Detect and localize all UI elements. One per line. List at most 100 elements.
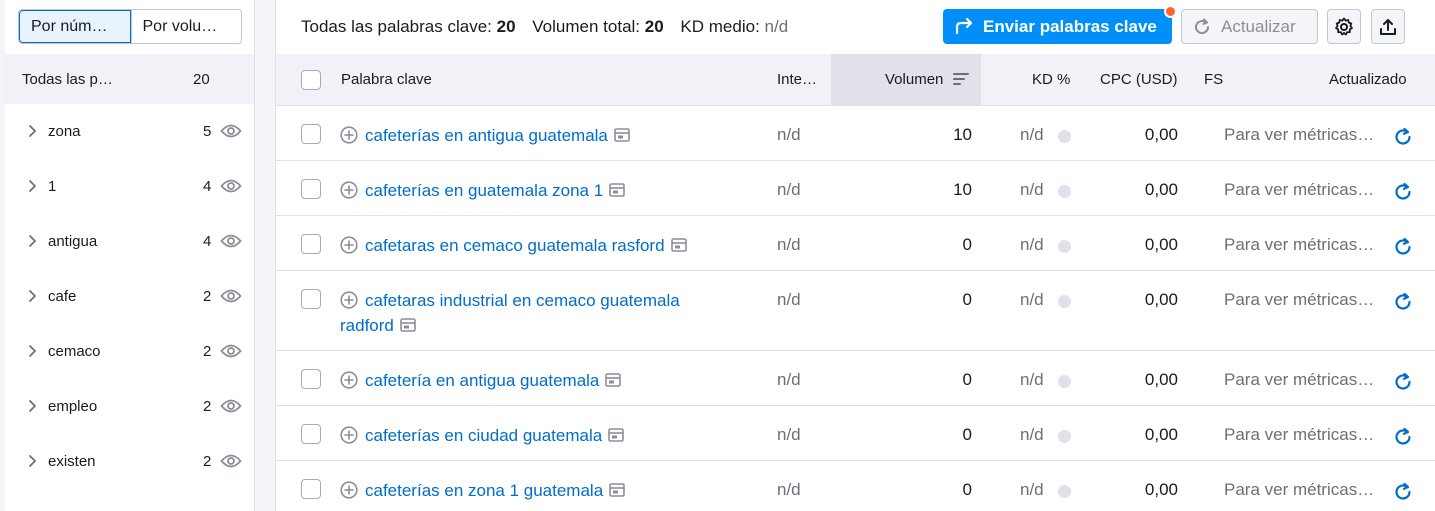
- eye-icon[interactable]: [220, 453, 242, 469]
- add-circle-icon[interactable]: [340, 291, 358, 309]
- sort-by-number-tab[interactable]: Por núm…: [19, 10, 131, 43]
- add-circle-icon[interactable]: [340, 181, 358, 199]
- keyword-link[interactable]: cafeterías en ciudad guatemala: [365, 426, 602, 445]
- eye-icon[interactable]: [220, 398, 242, 414]
- chevron-right-icon[interactable]: [27, 344, 37, 358]
- eye-icon[interactable]: [220, 233, 242, 249]
- refresh-icon[interactable]: [1393, 482, 1413, 502]
- kd-indicator-dot: [1058, 240, 1071, 253]
- serp-icon[interactable]: [608, 428, 625, 442]
- refresh-icon[interactable]: [1393, 127, 1413, 147]
- kd-indicator-dot: [1058, 485, 1071, 498]
- row-checkbox[interactable]: [301, 234, 321, 254]
- col-kd[interactable]: KD %: [1032, 71, 1070, 88]
- col-volume[interactable]: Volumen: [885, 71, 943, 88]
- eye-icon[interactable]: [220, 288, 242, 304]
- col-updated[interactable]: Actualizado: [1329, 71, 1407, 88]
- keyword-link[interactable]: cafetaras industrial en cemaco guatemala…: [340, 291, 680, 335]
- table-row: cafetaras en cemaco guatemala rasford n/d…: [276, 216, 1435, 271]
- add-circle-icon[interactable]: [340, 236, 358, 254]
- volume-value: 0: [962, 235, 972, 254]
- serp-icon[interactable]: [614, 128, 630, 142]
- row-checkbox[interactable]: [301, 289, 321, 309]
- kd-value: n/d: [1020, 425, 1044, 444]
- serp-icon[interactable]: [400, 318, 416, 332]
- keyword-link[interactable]: cafetaras en cemaco guatemala rasford: [365, 236, 665, 255]
- summary-toolbar: Todas las palabras clave: 20 Volumen tot…: [276, 0, 1435, 54]
- group-item[interactable]: zona 5: [5, 104, 254, 159]
- select-all-checkbox[interactable]: [301, 70, 321, 90]
- group-item-label: zona: [48, 123, 81, 140]
- volume-value: 0: [962, 425, 972, 444]
- chevron-right-icon[interactable]: [27, 179, 37, 193]
- update-button[interactable]: Actualizar: [1181, 9, 1318, 44]
- kd-value: n/d: [1020, 480, 1044, 499]
- keyword-cell: cafeterías en guatemala zona 1: [340, 178, 720, 203]
- chevron-right-icon[interactable]: [27, 454, 37, 468]
- eye-icon[interactable]: [220, 343, 242, 359]
- total-volume-value: 20: [644, 17, 664, 36]
- refresh-icon[interactable]: [1393, 292, 1413, 312]
- export-button[interactable]: [1371, 9, 1405, 44]
- serp-icon[interactable]: [609, 183, 625, 197]
- group-item[interactable]: antigua 4: [5, 214, 254, 269]
- sort-by-volume-tab[interactable]: Por volu…: [130, 10, 242, 43]
- refresh-icon[interactable]: [1393, 182, 1413, 202]
- updated-value: Para ver métricas…: [1224, 425, 1375, 444]
- kd-value: n/d: [1020, 235, 1044, 254]
- group-item[interactable]: empleo 2: [5, 379, 254, 434]
- group-item[interactable]: 14: [5, 159, 254, 214]
- keyword-link[interactable]: cafeterías en antigua guatemala: [365, 126, 608, 145]
- volume-value: 0: [962, 480, 972, 499]
- group-item-count: 4: [203, 233, 212, 250]
- keyword-link[interactable]: cafeterías en zona 1 guatemala: [365, 481, 603, 500]
- row-checkbox[interactable]: [301, 369, 321, 389]
- refresh-icon[interactable]: [1393, 372, 1413, 392]
- chevron-right-icon[interactable]: [27, 399, 37, 413]
- keyword-link[interactable]: cafetería en antigua guatemala: [365, 371, 599, 390]
- all-keywords-group[interactable]: Todas las p… 20: [5, 54, 254, 104]
- keyword-link[interactable]: cafeterías en guatemala zona 1: [365, 181, 603, 200]
- chevron-right-icon[interactable]: [27, 124, 37, 138]
- intent-value: n/d: [777, 480, 801, 499]
- serp-icon[interactable]: [605, 373, 622, 387]
- volume-value: 10: [953, 180, 972, 199]
- add-circle-icon[interactable]: [340, 126, 358, 144]
- volume-value: 0: [962, 290, 972, 309]
- kd-value: n/d: [1020, 290, 1044, 309]
- group-item[interactable]: cemaco 2: [5, 324, 254, 379]
- eye-icon[interactable]: [220, 178, 242, 194]
- settings-button[interactable]: [1327, 9, 1361, 44]
- serp-icon[interactable]: [609, 483, 625, 497]
- updated-value: Para ver métricas…: [1224, 180, 1375, 199]
- kd-indicator-dot: [1058, 375, 1071, 388]
- add-circle-icon[interactable]: [340, 481, 358, 499]
- serp-icon[interactable]: [670, 238, 687, 252]
- update-label: Actualizar: [1221, 16, 1296, 36]
- sort-desc-icon[interactable]: [953, 72, 969, 86]
- send-keywords-button[interactable]: Enviar palabras clave: [943, 5, 1177, 44]
- refresh-icon[interactable]: [1393, 237, 1413, 257]
- row-checkbox[interactable]: [301, 124, 321, 144]
- col-fs[interactable]: FS: [1204, 71, 1223, 88]
- table-row: cafeterías en antigua guatemala n/d 10 n/d 0…: [276, 106, 1435, 161]
- row-checkbox[interactable]: [301, 179, 321, 199]
- total-volume-label: Volumen total:: [532, 17, 641, 36]
- eye-icon[interactable]: [220, 123, 242, 139]
- all-keywords-value: 20: [496, 17, 516, 36]
- kd-indicator-dot: [1058, 295, 1071, 308]
- chevron-right-icon[interactable]: [27, 234, 37, 248]
- col-keyword[interactable]: Palabra clave: [341, 71, 432, 88]
- cpc-value: 0,00: [1144, 480, 1178, 499]
- row-checkbox[interactable]: [301, 479, 321, 499]
- chevron-right-icon[interactable]: [27, 289, 37, 303]
- group-item[interactable]: cafe 2: [5, 269, 254, 324]
- add-circle-icon[interactable]: [340, 371, 358, 389]
- col-cpc[interactable]: CPC (USD): [1100, 71, 1178, 88]
- col-intent[interactable]: Inte…: [777, 71, 817, 88]
- add-circle-icon[interactable]: [340, 426, 358, 444]
- keyword-table-panel: Todas las palabras clave: 20 Volumen tot…: [275, 0, 1435, 511]
- row-checkbox[interactable]: [301, 424, 321, 444]
- group-item[interactable]: existen 2: [5, 434, 254, 489]
- refresh-icon[interactable]: [1393, 427, 1413, 447]
